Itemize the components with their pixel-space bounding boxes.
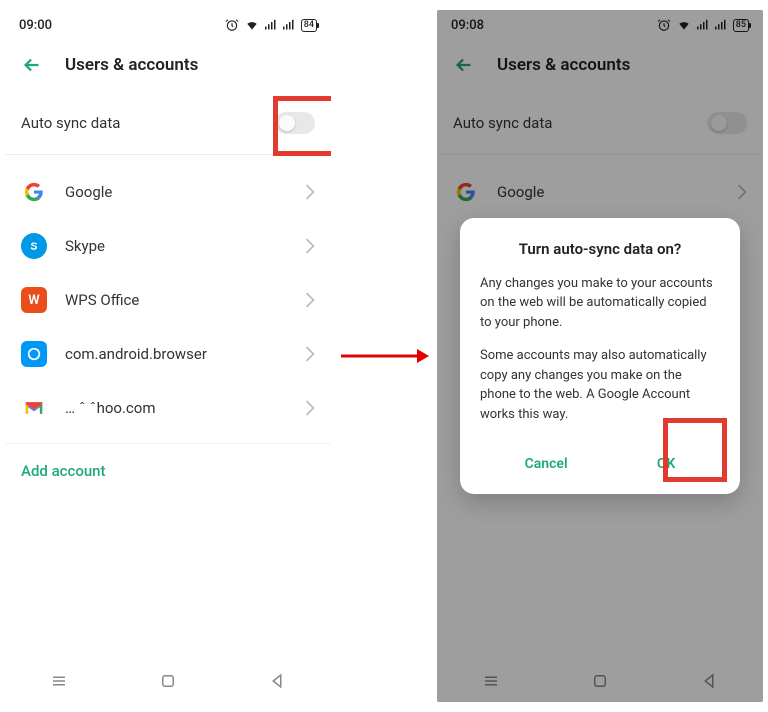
skype-icon — [21, 233, 47, 259]
auto-sync-row[interactable]: Auto sync data — [5, 98, 331, 155]
status-icons: 84 — [225, 18, 317, 32]
account-label: Skype — [65, 237, 305, 255]
account-label: WPS Office — [65, 291, 305, 309]
chevron-right-icon — [305, 184, 315, 200]
phone-screenshot-right: 09:08 85 Users & accounts Auto sync data — [437, 10, 763, 702]
auto-sync-toggle[interactable] — [275, 112, 315, 134]
dialog-paragraph: Some accounts may also automatically cop… — [480, 346, 720, 424]
add-account-button[interactable]: Add account — [5, 443, 331, 498]
back-arrow-icon[interactable] — [21, 54, 43, 76]
chevron-right-icon — [305, 400, 315, 416]
chevron-right-icon — [305, 292, 315, 308]
account-row-skype[interactable]: Skype — [5, 219, 331, 273]
gmail-icon — [21, 395, 47, 421]
account-label: … ˆ ˆhoo.com — [65, 399, 305, 417]
status-bar: 09:00 84 — [5, 10, 331, 40]
dialog-overlay: Turn auto-sync data on? Any changes you … — [437, 10, 763, 702]
chevron-right-icon — [305, 346, 315, 362]
account-row-wps[interactable]: W WPS Office — [5, 273, 331, 327]
confirm-dialog: Turn auto-sync data on? Any changes you … — [460, 218, 740, 495]
alarm-icon — [225, 18, 239, 32]
browser-icon — [21, 341, 47, 367]
nav-recent-icon[interactable] — [50, 672, 68, 690]
page-title: Users & accounts — [65, 55, 198, 75]
cancel-button[interactable]: Cancel — [505, 446, 588, 482]
dialog-body: Any changes you make to your accounts on… — [480, 274, 720, 425]
chevron-right-icon — [305, 238, 315, 254]
dialog-title: Turn auto-sync data on? — [480, 240, 720, 258]
nav-back-icon[interactable] — [268, 672, 286, 690]
wifi-icon — [245, 18, 259, 32]
signal-icon-2 — [283, 19, 295, 31]
step-arrow — [339, 346, 429, 366]
account-row-gmail[interactable]: … ˆ ˆhoo.com — [5, 381, 331, 435]
arrow-right-icon — [339, 346, 429, 366]
nav-home-icon[interactable] — [159, 672, 177, 690]
dialog-paragraph: Any changes you make to your accounts on… — [480, 274, 720, 333]
account-label: Google — [65, 183, 305, 201]
google-icon — [21, 179, 47, 205]
page-header: Users & accounts — [5, 40, 331, 98]
nav-bar — [5, 660, 331, 702]
account-label: com.android.browser — [65, 345, 305, 363]
account-row-google[interactable]: Google — [5, 165, 331, 219]
ok-button[interactable]: OK — [637, 446, 696, 482]
wps-icon: W — [21, 287, 47, 313]
account-row-browser[interactable]: com.android.browser — [5, 327, 331, 381]
auto-sync-label: Auto sync data — [21, 114, 275, 132]
signal-icon — [265, 19, 277, 31]
dialog-actions: Cancel OK — [480, 438, 720, 482]
status-time: 09:00 — [19, 18, 52, 33]
battery-icon: 84 — [301, 19, 317, 32]
phone-screenshot-left: 09:00 84 Users & accounts Auto sync data — [5, 10, 331, 702]
